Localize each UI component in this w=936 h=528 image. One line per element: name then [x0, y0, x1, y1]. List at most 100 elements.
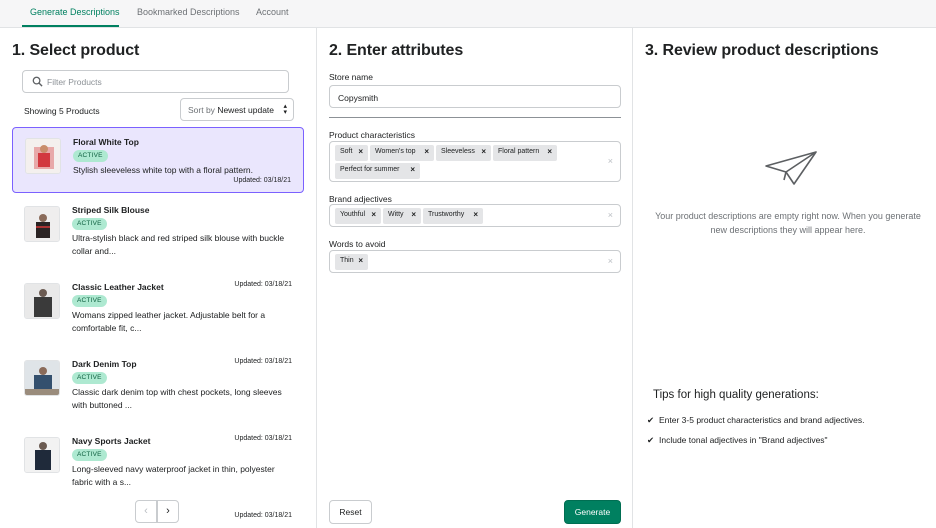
- remove-tag-icon[interactable]: ×: [358, 256, 363, 265]
- checkmark-icon: ✔: [647, 415, 655, 425]
- clear-field-icon[interactable]: ×: [608, 256, 613, 266]
- paper-plane-icon: [765, 151, 817, 185]
- tag-label: Youthful: [340, 211, 366, 218]
- enter-attributes-title: 2. Enter attributes: [329, 42, 464, 59]
- chevron-right-icon: ›: [166, 505, 170, 517]
- filter-products-input[interactable]: [47, 74, 282, 90]
- status-badge: ACTIVE: [72, 372, 107, 384]
- product-thumbnail: [24, 437, 60, 473]
- clear-field-icon[interactable]: ×: [608, 156, 613, 166]
- remove-tag-icon[interactable]: ×: [410, 165, 415, 174]
- tag-label: Thin: [340, 257, 354, 264]
- reset-button[interactable]: Reset: [329, 500, 372, 524]
- tip-item: ✔ Enter 3-5 product characteristics and b…: [647, 415, 865, 426]
- tag-label: Perfect for summer: [340, 166, 400, 173]
- remove-tag-icon[interactable]: ×: [358, 147, 363, 156]
- tab-account[interactable]: Account: [256, 7, 289, 17]
- product-thumbnail: [24, 206, 60, 242]
- adjective-tag: Youthful ×: [335, 208, 381, 224]
- tag-label: Witty: [388, 211, 404, 218]
- adjective-tag: Trustworthy ×: [423, 208, 483, 224]
- tip-text: Enter 3-5 product characteristics and br…: [659, 415, 865, 425]
- review-descriptions-title: 3. Review product descriptions: [645, 42, 879, 59]
- checkmark-icon: ✔: [647, 435, 655, 445]
- product-item[interactable]: Striped Silk Blouse ACTIVE Ultra-stylish…: [12, 196, 304, 288]
- product-characteristics-field[interactable]: Soft × Women's top × Sleeveless × Floral pa…: [329, 141, 621, 182]
- product-updated: Updated: 03/18/21: [234, 512, 292, 519]
- remove-tag-icon[interactable]: ×: [411, 210, 416, 219]
- next-page-button[interactable]: ›: [157, 500, 179, 523]
- tag-label: Trustworthy: [428, 211, 465, 218]
- product-description: Long-sleeved navy waterproof jacket in t…: [72, 464, 275, 487]
- sort-arrows-icon: ▴ ▾: [283, 103, 287, 116]
- remove-tag-icon[interactable]: ×: [547, 147, 552, 156]
- tab-generate-descriptions[interactable]: Generate Descriptions: [30, 7, 120, 17]
- product-item[interactable]: Dark Denim Top ACTIVE Classic dark denim…: [12, 350, 304, 442]
- search-icon: [32, 76, 43, 87]
- select-product-panel: 1. Select product Showing 5 Products Sor…: [0, 28, 315, 528]
- filter-products-field[interactable]: [22, 70, 289, 93]
- section-divider: [329, 117, 621, 118]
- tag-label: Sleeveless: [441, 148, 475, 155]
- enter-attributes-panel: 2. Enter attributes Store name Product c…: [316, 28, 631, 528]
- brand-adjectives-label: Brand adjectives: [329, 194, 392, 204]
- status-badge: ACTIVE: [72, 295, 107, 307]
- remove-tag-icon[interactable]: ×: [424, 147, 429, 156]
- product-item[interactable]: Floral White Top ACTIVE Stylish sleevele…: [12, 127, 304, 193]
- product-characteristics-label: Product characteristics: [329, 130, 415, 140]
- store-name-input[interactable]: [338, 92, 608, 104]
- chevron-left-icon: ‹: [144, 505, 148, 517]
- product-description: Womans zipped leather jacket. Adjustable…: [72, 310, 266, 333]
- status-badge: ACTIVE: [72, 218, 107, 230]
- tab-bookmarked-descriptions[interactable]: Bookmarked Descriptions: [137, 7, 240, 17]
- clear-field-icon[interactable]: ×: [608, 210, 613, 220]
- product-item[interactable]: Navy Sports Jacket ACTIVE Long-sleeved n…: [12, 427, 304, 519]
- tip-item: ✔ Include tonal adjectives in "Brand adje…: [647, 435, 828, 446]
- status-badge: ACTIVE: [72, 449, 107, 461]
- product-name: Floral White Top: [73, 137, 139, 147]
- characteristic-tag: Perfect for summer ×: [335, 163, 420, 179]
- tag-label: Floral pattern: [498, 148, 540, 155]
- review-descriptions-panel: 3. Review product descriptions Your prod…: [632, 28, 936, 528]
- sort-prefix: Sort by: [188, 105, 215, 115]
- top-nav: Generate Descriptions Bookmarked Descrip…: [0, 0, 936, 28]
- product-description: Stylish sleeveless white top with a flor…: [73, 165, 254, 175]
- tag-label: Women's top: [375, 148, 416, 155]
- product-thumbnail: [24, 283, 60, 319]
- remove-tag-icon[interactable]: ×: [481, 147, 486, 156]
- generate-button[interactable]: Generate: [564, 500, 621, 524]
- characteristic-tag: Sleeveless ×: [436, 145, 491, 161]
- brand-adjectives-field[interactable]: Youthful × Witty × Trustworthy × ×: [329, 204, 621, 227]
- product-count: Showing 5 Products: [24, 106, 100, 116]
- product-name: Classic Leather Jacket: [72, 282, 164, 292]
- tip-text: Include tonal adjectives in "Brand adjec…: [659, 435, 828, 445]
- product-thumbnail: [24, 360, 60, 396]
- product-description: Classic dark denim top with chest pocket…: [72, 387, 282, 410]
- tips-title: Tips for high quality generations:: [653, 389, 819, 401]
- characteristic-tag: Women's top ×: [370, 145, 434, 161]
- words-to-avoid-label: Words to avoid: [329, 239, 386, 249]
- adjective-tag: Witty ×: [383, 208, 421, 224]
- characteristic-tag: Floral pattern ×: [493, 145, 557, 161]
- product-description: Ultra-stylish black and red striped silk…: [72, 233, 285, 256]
- product-item[interactable]: Classic Leather Jacket ACTIVE Womans zip…: [12, 273, 304, 365]
- characteristic-tag: Soft ×: [335, 145, 368, 161]
- remove-tag-icon[interactable]: ×: [473, 210, 478, 219]
- active-tab-indicator: [22, 25, 119, 27]
- product-name: Striped Silk Blouse: [72, 205, 150, 215]
- select-product-title: 1. Select product: [12, 42, 140, 59]
- empty-state-message: Your product descriptions are empty righ…: [655, 211, 921, 235]
- product-thumbnail: [25, 138, 61, 174]
- store-name-label: Store name: [329, 72, 373, 82]
- words-to-avoid-field[interactable]: Thin × ×: [329, 250, 621, 273]
- store-name-field[interactable]: [329, 85, 621, 108]
- sort-select[interactable]: Sort by Newest update ▴ ▾: [180, 98, 294, 121]
- remove-tag-icon[interactable]: ×: [371, 210, 376, 219]
- product-name: Navy Sports Jacket: [72, 436, 151, 446]
- avoid-tag: Thin ×: [335, 254, 368, 270]
- sort-value: Newest update: [217, 105, 275, 115]
- product-name: Dark Denim Top: [72, 359, 137, 369]
- product-updated: Updated: 03/18/21: [233, 177, 291, 184]
- previous-page-button[interactable]: ‹: [135, 500, 157, 523]
- status-badge: ACTIVE: [73, 150, 108, 162]
